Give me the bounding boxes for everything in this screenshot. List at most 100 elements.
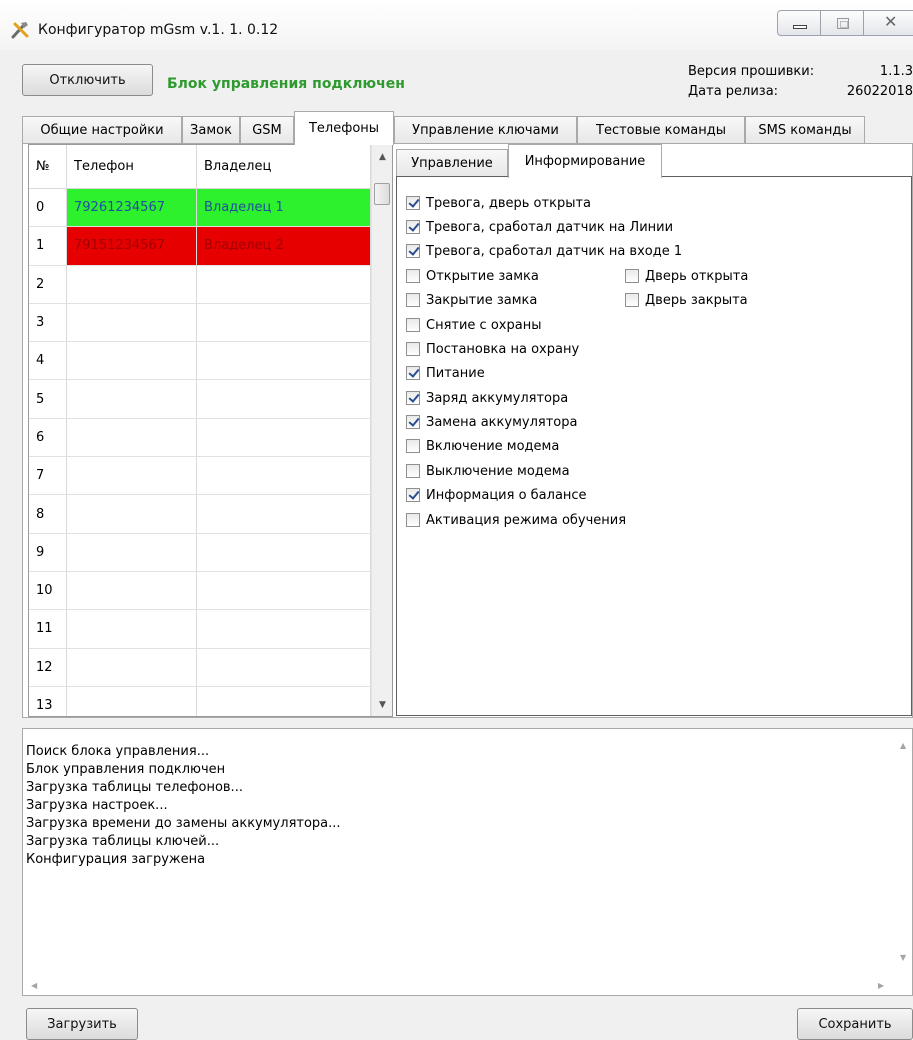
phone-cell[interactable]: [67, 648, 197, 686]
owner-cell[interactable]: Владелец 1: [197, 189, 371, 227]
scroll-right-arrow-icon[interactable]: ▶: [878, 981, 884, 990]
table-row[interactable]: 3: [29, 303, 371, 343]
checkbox-disarm[interactable]: Снятие с охраны: [406, 315, 541, 335]
tab-key-management[interactable]: Управление ключами: [394, 116, 577, 144]
checkbox-battery-replace[interactable]: Замена аккумулятора: [406, 412, 577, 432]
checkbox-alarm-door-open[interactable]: Тревога, дверь открыта: [406, 193, 591, 213]
checkbox-box[interactable]: [406, 244, 420, 258]
checkbox-alarm-line-sensor[interactable]: Тревога, сработал датчик на Линии: [406, 217, 673, 237]
table-row[interactable]: 10: [29, 571, 371, 611]
log-horizontal-scrollbar[interactable]: ◀ ▶: [23, 977, 912, 995]
checkbox-box[interactable]: [406, 415, 420, 429]
log-vertical-scrollbar[interactable]: ▲ ▼: [895, 729, 912, 977]
phone-cell[interactable]: [67, 686, 197, 716]
tab-notifications[interactable]: Информирование: [508, 144, 662, 178]
checkbox-box[interactable]: [406, 488, 420, 502]
phone-cell[interactable]: [67, 265, 197, 303]
column-header-number[interactable]: №: [29, 145, 67, 188]
table-row[interactable]: 8: [29, 495, 371, 534]
load-button[interactable]: Загрузить: [26, 1008, 138, 1040]
checkbox-arm[interactable]: Постановка на охрану: [406, 339, 579, 359]
table-row[interactable]: 12: [29, 648, 371, 687]
tab-phones[interactable]: Телефоны: [294, 111, 394, 145]
phones-grid[interactable]: № Телефон Владелец 0 79261234567 Владеле…: [28, 144, 393, 717]
scroll-up-arrow-icon[interactable]: ▲: [372, 147, 392, 167]
checkbox-battery-charge[interactable]: Заряд аккумулятора: [406, 388, 568, 408]
phone-cell[interactable]: [67, 533, 197, 571]
checkbox-modem-on[interactable]: Включение модема: [406, 436, 559, 456]
checkbox-box[interactable]: [406, 513, 420, 527]
tab-gsm[interactable]: GSM: [240, 116, 294, 144]
owner-cell[interactable]: [197, 457, 371, 495]
phone-cell[interactable]: [67, 303, 197, 342]
phone-cell[interactable]: [67, 418, 197, 457]
checkbox-lock-open[interactable]: Открытие замка: [406, 266, 539, 286]
checkbox-balance-info[interactable]: Информация о балансе: [406, 485, 587, 505]
scroll-thumb[interactable]: [374, 183, 390, 205]
owner-cell[interactable]: [197, 648, 371, 686]
disconnect-button[interactable]: Отключить: [22, 64, 153, 96]
scroll-down-arrow-icon[interactable]: ▼: [900, 953, 906, 962]
checkbox-box[interactable]: [625, 269, 639, 283]
checkbox-door-closed[interactable]: Дверь закрыта: [625, 290, 748, 310]
tab-control[interactable]: Управление: [396, 149, 508, 177]
phone-cell[interactable]: [67, 610, 197, 648]
owner-cell[interactable]: [197, 380, 371, 418]
checkbox-box[interactable]: [406, 318, 420, 332]
title-bar[interactable]: Конфигуратор mGsm v.1. 1. 0.12 ✕: [0, 0, 913, 50]
checkbox-box[interactable]: [406, 220, 420, 234]
owner-cell[interactable]: [197, 265, 371, 303]
checkbox-box[interactable]: [406, 464, 420, 478]
phone-cell[interactable]: [67, 457, 197, 495]
phone-cell[interactable]: 79261234567: [67, 189, 197, 227]
checkbox-door-open[interactable]: Дверь открыта: [625, 266, 748, 286]
close-button[interactable]: ✕: [863, 10, 913, 36]
owner-cell[interactable]: [197, 533, 371, 571]
grid-vertical-scrollbar[interactable]: ▲ ▼: [371, 145, 392, 716]
table-row[interactable]: 2: [29, 265, 371, 304]
checkbox-box[interactable]: [625, 293, 639, 307]
maximize-button[interactable]: [820, 10, 864, 36]
phone-cell[interactable]: [67, 571, 197, 610]
checkbox-box[interactable]: [406, 342, 420, 356]
table-row[interactable]: 1 79151234567 Владелец 2: [29, 227, 371, 266]
scroll-up-arrow-icon[interactable]: ▲: [900, 741, 906, 750]
table-row[interactable]: 4: [29, 342, 371, 381]
owner-cell[interactable]: [197, 686, 371, 716]
minimize-button[interactable]: [777, 10, 821, 36]
checkbox-box[interactable]: [406, 293, 420, 307]
checkbox-box[interactable]: [406, 366, 420, 380]
checkbox-alarm-input-sensor[interactable]: Тревога, сработал датчик на входе 1: [406, 241, 682, 261]
owner-cell[interactable]: Владелец 2: [197, 227, 371, 265]
owner-cell[interactable]: [197, 303, 371, 342]
checkbox-modem-off[interactable]: Выключение модема: [406, 461, 570, 481]
owner-cell[interactable]: [197, 610, 371, 648]
table-row[interactable]: 0 79261234567 Владелец 1: [29, 189, 371, 228]
owner-cell[interactable]: [197, 571, 371, 610]
phone-cell[interactable]: [67, 495, 197, 533]
checkbox-lock-close[interactable]: Закрытие замка: [406, 290, 537, 310]
tab-lock[interactable]: Замок: [182, 116, 240, 144]
table-row[interactable]: 9: [29, 533, 371, 572]
tab-test-commands[interactable]: Тестовые команды: [577, 116, 745, 144]
save-button[interactable]: Сохранить: [797, 1008, 913, 1040]
scroll-down-arrow-icon[interactable]: ▼: [372, 695, 392, 715]
scroll-left-arrow-icon[interactable]: ◀: [31, 981, 37, 990]
checkbox-box[interactable]: [406, 439, 420, 453]
owner-cell[interactable]: [197, 342, 371, 380]
table-row[interactable]: 7: [29, 457, 371, 496]
phone-cell[interactable]: 79151234567: [67, 227, 197, 265]
phone-cell[interactable]: [67, 380, 197, 418]
checkbox-box[interactable]: [406, 269, 420, 283]
tab-sms-commands[interactable]: SMS команды: [745, 116, 865, 144]
tab-general-settings[interactable]: Общие настройки: [22, 116, 182, 144]
table-row[interactable]: 13: [29, 686, 371, 716]
table-row[interactable]: 11: [29, 610, 371, 649]
checkbox-learning-mode[interactable]: Активация режима обучения: [406, 510, 626, 530]
column-header-owner[interactable]: Владелец: [197, 145, 371, 188]
log-output[interactable]: Поиск блока управления... Блок управлени…: [22, 728, 913, 996]
table-row[interactable]: 5: [29, 380, 371, 419]
owner-cell[interactable]: [197, 495, 371, 533]
column-header-phone[interactable]: Телефон: [67, 145, 197, 188]
phone-cell[interactable]: [67, 342, 197, 380]
